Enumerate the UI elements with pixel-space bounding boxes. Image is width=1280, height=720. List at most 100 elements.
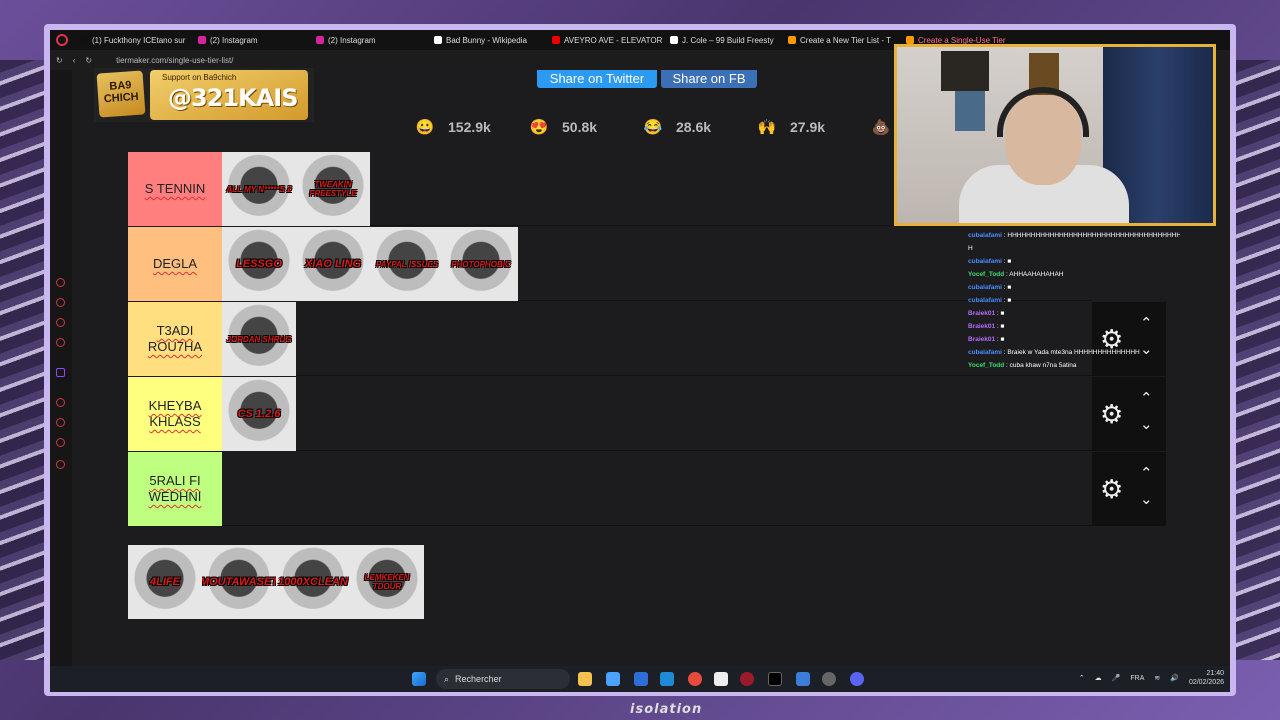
notion-icon[interactable] xyxy=(714,672,728,686)
twitch-icon[interactable] xyxy=(56,368,65,377)
tier-item[interactable]: LEMKEKEN TDOUR xyxy=(350,545,424,619)
chat-username[interactable]: Braiek01 xyxy=(968,323,995,330)
network-icon[interactable]: ☁ xyxy=(1095,674,1102,682)
heart-icon[interactable] xyxy=(56,318,65,327)
browser-tab[interactable]: J. Cole – 99 Build Freesty xyxy=(664,30,782,50)
stream-chat: cubalafami : HHHHHHHHHHHHHHHHHHHHHHHHHHH… xyxy=(968,229,1180,383)
gear-icon[interactable]: ⚙ xyxy=(1100,401,1123,427)
gear-icon[interactable]: ⚙ xyxy=(1100,476,1123,502)
tier-label[interactable]: S TENNIN xyxy=(128,152,222,226)
tears-of-joy-icon: 😂 xyxy=(643,119,663,136)
chat-username[interactable]: cubalafami xyxy=(968,232,1002,239)
tier-item[interactable]: JORDAN SHRUG xyxy=(222,302,296,376)
bag-icon[interactable] xyxy=(56,298,65,307)
chat-username[interactable]: Braiek01 xyxy=(968,310,995,317)
share-fb-button[interactable]: Share on FB xyxy=(661,70,757,88)
mail-app-icon[interactable] xyxy=(660,672,674,686)
messenger-icon[interactable] xyxy=(56,278,65,287)
chat-username[interactable]: cubalafami xyxy=(968,349,1002,356)
reaction-count: 152.9k xyxy=(448,119,491,135)
reaction-button[interactable]: 😍 50.8k xyxy=(526,114,640,140)
file-explorer-icon[interactable] xyxy=(578,672,592,686)
copilot-icon[interactable] xyxy=(606,672,620,686)
browser-tab[interactable]: AVEYRO AVE - ELEVATOR xyxy=(546,30,664,50)
reaction-button[interactable]: 😂 28.6k xyxy=(640,114,754,140)
raising-hands-icon: 🙌 xyxy=(757,119,777,136)
reaction-button[interactable]: 😀 152.9k xyxy=(412,114,526,140)
obs-icon[interactable] xyxy=(822,672,836,686)
settings-icon[interactable] xyxy=(56,460,65,469)
url-text[interactable]: tiermaker.com/single-use-tier-list/ xyxy=(116,56,233,65)
chat-username[interactable]: Yocef_Todd xyxy=(968,271,1004,278)
tier-item[interactable]: PAYPAL ISSUES xyxy=(370,227,444,301)
volume-icon[interactable]: 🔊 xyxy=(1170,674,1179,682)
play-icon[interactable] xyxy=(56,398,65,407)
chevron-up-icon[interactable]: ⌃ xyxy=(1140,391,1153,406)
tier-label[interactable]: 5RALI FI WEDHNI xyxy=(128,452,222,526)
tier-item[interactable]: MOUTAWASET xyxy=(202,545,276,619)
tier-item[interactable]: CS 1.2.6 xyxy=(222,377,296,451)
system-tray: ⌃ ☁ 🎤 FRA ≋ 🔊 21:40 02/02/2026 xyxy=(1079,669,1224,687)
tier-label[interactable]: T3ADI ROU7HA xyxy=(128,302,222,376)
windows-start-icon[interactable] xyxy=(412,672,426,686)
reload-icon[interactable]: ↻ xyxy=(85,56,92,65)
poster-image xyxy=(941,51,989,91)
chat-text: ■ xyxy=(1000,336,1005,343)
tier-label[interactable]: KHEYBA KHLASS xyxy=(128,377,222,451)
cube-icon[interactable] xyxy=(56,438,65,447)
clock[interactable]: 21:40 02/02/2026 xyxy=(1189,669,1224,687)
chat-username[interactable]: cubalafami xyxy=(968,297,1002,304)
mic-icon[interactable]: 🎤 xyxy=(1112,674,1121,682)
tier-item[interactable]: PHOTOPHOBIC xyxy=(444,227,518,301)
share-twitter-button[interactable]: Share on Twitter xyxy=(537,70,657,88)
reaction-button[interactable]: 🙌 27.9k xyxy=(754,114,868,140)
store-icon[interactable] xyxy=(634,672,648,686)
search-icon: ⌕ xyxy=(444,673,450,684)
reaction-count: 27.9k xyxy=(790,119,826,135)
opera-logo-icon[interactable] xyxy=(56,34,68,46)
chat-text: AHHAAHAHAHAH xyxy=(1009,271,1064,278)
browser-tab[interactable]: (1) Fuckthony ICEtano sur xyxy=(74,30,192,50)
tier-item[interactable]: LESSGO xyxy=(222,227,296,301)
tier-item[interactable]: XIAO LING xyxy=(296,227,370,301)
chevron-up-icon[interactable]: ⌃ xyxy=(1079,674,1085,682)
chevron-up-icon[interactable]: ⌃ xyxy=(1140,466,1153,481)
chevron-down-icon[interactable]: ⌄ xyxy=(1140,492,1153,507)
browser-tab[interactable]: Create a New Tier List - T xyxy=(782,30,900,50)
tier-label[interactable]: DEGLA xyxy=(128,227,222,301)
wifi-icon[interactable]: ≋ xyxy=(1154,674,1160,682)
browser-sidebar xyxy=(50,70,72,666)
tab-favicon-icon xyxy=(80,36,88,44)
chat-username[interactable]: Yocef_Todd xyxy=(968,362,1004,369)
opera-taskbar-icon[interactable] xyxy=(740,672,754,686)
tier-item[interactable]: 1000XCLEAN xyxy=(276,545,350,619)
pile-of-poo-icon: 💩 xyxy=(871,119,891,136)
tab-favicon-icon xyxy=(788,36,796,44)
windows-taskbar: ⌕ Rechercher ⌃ ☁ 🎤 FRA ≋ 🔊 21:40 02/02/2… xyxy=(50,666,1230,692)
chat-username[interactable]: Braiek01 xyxy=(968,336,995,343)
chat-username[interactable]: cubalafami xyxy=(968,284,1002,291)
browser-tab[interactable]: (2) Instagram xyxy=(192,30,310,50)
footer-logo: isolation xyxy=(630,702,703,717)
discord-icon[interactable] xyxy=(850,672,864,686)
chevron-down-icon[interactable]: ⌄ xyxy=(1140,417,1153,432)
tier-item[interactable]: 4LIFE xyxy=(128,545,202,619)
browser-tab[interactable]: Bad Bunny - Wikipedia xyxy=(428,30,546,50)
chat-username[interactable]: cubalafami xyxy=(968,258,1002,265)
taskbar-search[interactable]: ⌕ Rechercher xyxy=(436,669,570,689)
chat-message: Braiek01 : ■ xyxy=(968,307,1180,320)
webcam-overlay xyxy=(894,44,1216,226)
tier-row: KHEYBA KHLASS CS 1.2.6 xyxy=(128,377,1092,451)
notepad-icon[interactable] xyxy=(796,672,810,686)
tier-item[interactable]: ALL MY N*****S 2 xyxy=(222,152,296,226)
capcut-icon[interactable] xyxy=(768,672,782,686)
clock-date: 02/02/2026 xyxy=(1188,679,1224,686)
back-icon[interactable]: ‹ xyxy=(73,56,76,65)
mail-icon[interactable] xyxy=(56,338,65,347)
chrome-icon[interactable] xyxy=(688,672,702,686)
tier-item[interactable]: TWEAKIN FREESTYLE xyxy=(296,152,370,226)
history-icon[interactable] xyxy=(56,418,65,427)
language-indicator[interactable]: FRA xyxy=(1130,675,1144,682)
refresh-icon[interactable]: ↻ xyxy=(56,56,63,65)
browser-tab[interactable]: (2) Instagram xyxy=(310,30,428,50)
